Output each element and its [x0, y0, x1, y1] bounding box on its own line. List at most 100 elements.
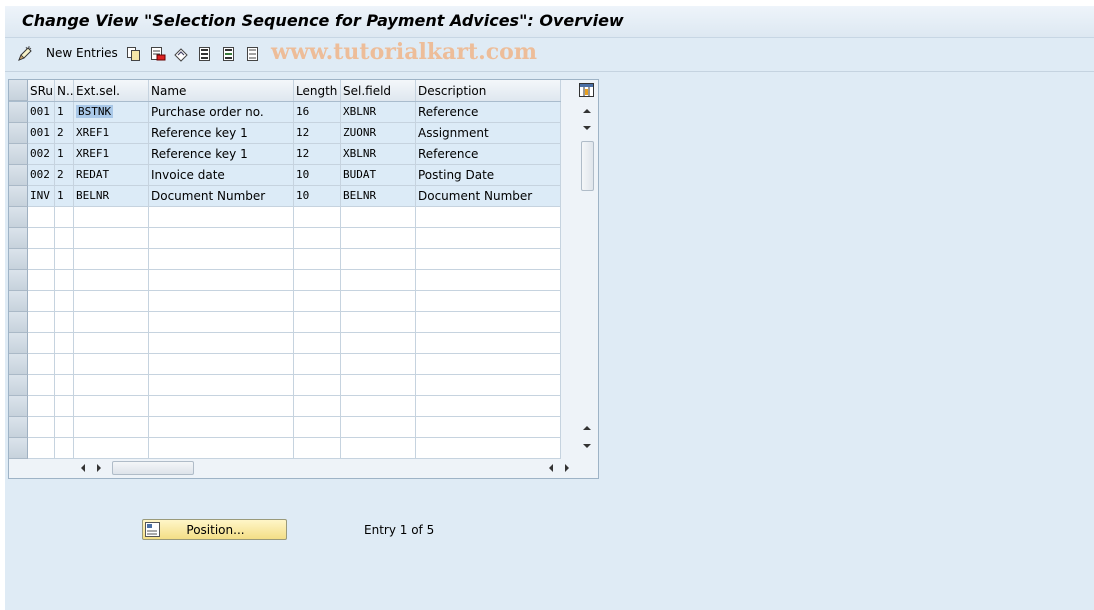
scroll-left-icon[interactable] [79, 463, 87, 473]
table-cell-desc[interactable]: Document Number [416, 186, 561, 207]
table-cell-sru[interactable]: 002 [28, 165, 55, 186]
table-cell-length[interactable] [294, 354, 341, 375]
table-cell-ext[interactable] [74, 249, 149, 270]
table-cell-name[interactable] [149, 312, 294, 333]
row-selector[interactable] [9, 417, 28, 438]
table-cell-length[interactable] [294, 396, 341, 417]
scroll-down-icon[interactable] [582, 124, 592, 132]
table-cell-n[interactable]: 1 [55, 186, 74, 207]
table-cell-name[interactable] [149, 249, 294, 270]
table-cell-desc[interactable] [416, 333, 561, 354]
table-cell-name[interactable]: Purchase order no. [149, 102, 294, 123]
table-cell-ext[interactable]: BELNR [74, 186, 149, 207]
table-cell-desc[interactable] [416, 228, 561, 249]
table-cell-name[interactable]: Reference key 1 [149, 144, 294, 165]
table-cell-n[interactable]: 2 [55, 123, 74, 144]
row-selector[interactable] [9, 354, 28, 375]
table-cell-name[interactable] [149, 354, 294, 375]
table-cell-name[interactable] [149, 396, 294, 417]
table-cell-n[interactable] [55, 438, 74, 459]
table-cell-ext[interactable] [74, 438, 149, 459]
table-cell-n[interactable] [55, 396, 74, 417]
table-row[interactable] [9, 270, 561, 291]
table-cell-selfield[interactable] [341, 354, 416, 375]
table-cell-desc[interactable] [416, 207, 561, 228]
column-header-n[interactable]: N.. [55, 80, 74, 101]
table-cell-selfield[interactable] [341, 438, 416, 459]
scroll-far-right-icon[interactable] [563, 463, 571, 473]
table-cell-name[interactable] [149, 207, 294, 228]
table-cell-n[interactable] [55, 249, 74, 270]
table-cell-sru[interactable]: 001 [28, 102, 55, 123]
table-cell-desc[interactable] [416, 354, 561, 375]
table-cell-sru[interactable] [28, 375, 55, 396]
table-cell-length[interactable] [294, 207, 341, 228]
table-cell-n[interactable] [55, 333, 74, 354]
table-cell-desc[interactable]: Assignment [416, 123, 561, 144]
row-selector[interactable] [9, 375, 28, 396]
table-row[interactable] [9, 438, 561, 459]
table-cell-desc[interactable] [416, 291, 561, 312]
table-cell-n[interactable] [55, 270, 74, 291]
table-row[interactable]: 001 2 XREF1 Reference key 1 12 ZUONR Assignmen… [9, 123, 561, 144]
column-header-name[interactable]: Name [149, 80, 294, 101]
table-cell-n[interactable] [55, 417, 74, 438]
table-cell-desc[interactable] [416, 438, 561, 459]
row-selector[interactable] [9, 396, 28, 417]
column-header-ext-sel[interactable]: Ext.sel. [74, 80, 149, 101]
table-cell-desc[interactable]: Posting Date [416, 165, 561, 186]
table-cell-desc[interactable]: Reference [416, 144, 561, 165]
deselect-all-icon[interactable] [245, 46, 261, 62]
table-cell-desc[interactable] [416, 270, 561, 291]
table-cell-desc[interactable] [416, 396, 561, 417]
table-cell-sru[interactable] [28, 438, 55, 459]
row-selector[interactable] [9, 186, 28, 207]
table-cell-n[interactable] [55, 375, 74, 396]
row-selector[interactable] [9, 270, 28, 291]
table-cell-name[interactable] [149, 228, 294, 249]
table-cell-ext[interactable] [74, 333, 149, 354]
row-selector[interactable] [9, 207, 28, 228]
table-cell-length[interactable] [294, 291, 341, 312]
table-cell-desc[interactable] [416, 312, 561, 333]
table-cell-name[interactable]: Document Number [149, 186, 294, 207]
table-cell-length[interactable] [294, 375, 341, 396]
horizontal-scroll-thumb[interactable] [112, 461, 194, 475]
table-cell-selfield[interactable] [341, 207, 416, 228]
table-row[interactable] [9, 207, 561, 228]
table-cell-ext[interactable] [74, 291, 149, 312]
horizontal-scrollbar[interactable] [75, 460, 575, 476]
table-cell-ext[interactable] [74, 228, 149, 249]
vertical-scrollbar[interactable] [578, 102, 596, 458]
table-cell-ext[interactable] [74, 270, 149, 291]
table-cell-name[interactable] [149, 270, 294, 291]
table-row[interactable] [9, 228, 561, 249]
table-cell-ext[interactable]: XREF1 [74, 144, 149, 165]
table-cell-selfield[interactable] [341, 270, 416, 291]
table-cell-length[interactable]: 12 [294, 123, 341, 144]
table-row[interactable]: INV 1 BELNR Document Number 10 BELNR Document … [9, 186, 561, 207]
table-cell-name[interactable]: Reference key 1 [149, 123, 294, 144]
table-cell-n[interactable] [55, 291, 74, 312]
table-cell-sru[interactable] [28, 417, 55, 438]
table-cell-sru[interactable] [28, 207, 55, 228]
table-cell-n[interactable]: 2 [55, 165, 74, 186]
position-button[interactable]: Position... [142, 519, 287, 540]
table-cell-name[interactable] [149, 291, 294, 312]
table-cell-sru[interactable] [28, 333, 55, 354]
table-cell-ext[interactable]: REDAT [74, 165, 149, 186]
select-block-icon[interactable] [221, 46, 237, 62]
table-cell-sru[interactable] [28, 354, 55, 375]
table-cell-selfield[interactable] [341, 291, 416, 312]
table-cell-ext[interactable] [74, 312, 149, 333]
table-cell-length[interactable] [294, 333, 341, 354]
table-cell-selfield[interactable] [341, 375, 416, 396]
table-cell-ext[interactable] [74, 396, 149, 417]
table-cell-selfield[interactable] [341, 396, 416, 417]
column-header-description[interactable]: Description [416, 80, 561, 101]
table-cell-length[interactable]: 16 [294, 102, 341, 123]
row-selector[interactable] [9, 228, 28, 249]
column-header-length[interactable]: Length [294, 80, 341, 101]
table-cell-ext[interactable] [74, 375, 149, 396]
table-row[interactable] [9, 354, 561, 375]
